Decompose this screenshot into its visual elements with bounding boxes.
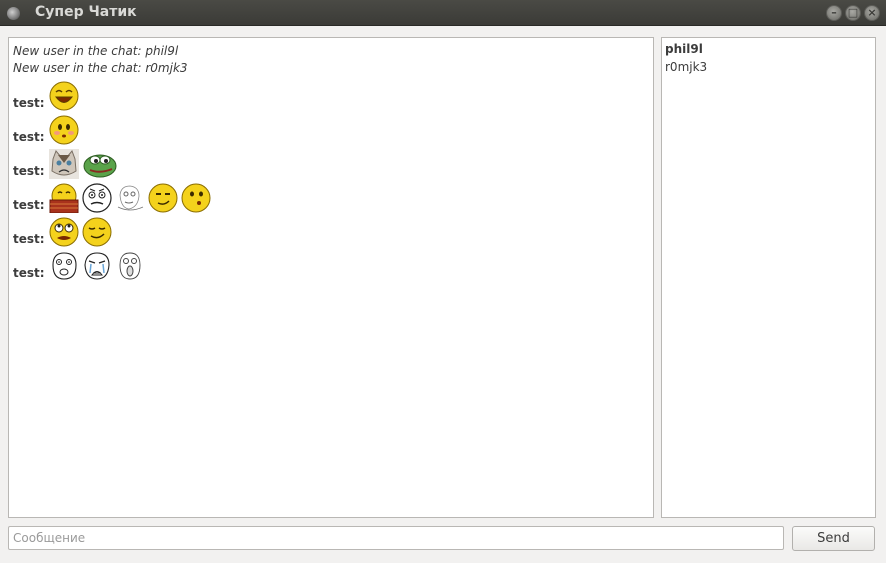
laughing-smiley-icon (49, 81, 79, 111)
me-gusta-face-icon (81, 183, 112, 213)
pepe-frog-icon (83, 154, 117, 178)
chat-message: test: (13, 77, 649, 111)
system-message: New user in the chat: r0mjk3 (13, 61, 188, 75)
chat-message: test: (13, 111, 649, 145)
chat-history[interactable]: New user in the chat: phil9l New user in… (8, 37, 654, 518)
minimize-button[interactable]: – (826, 5, 842, 21)
whistling-smiley-icon (181, 183, 211, 213)
window-title: Супер Чатик (35, 4, 137, 20)
eye-roll-smiley-icon (49, 217, 79, 247)
message-author: test: (13, 198, 45, 212)
maximize-button[interactable]: □ (845, 5, 861, 21)
title-bar: Супер Чатик – □ × (0, 0, 886, 26)
chat-message: test: (13, 145, 649, 179)
crying-rage-face-icon (84, 252, 110, 280)
user-list[interactable]: phil9l r0mjk3 (661, 37, 876, 518)
message-author: test: (13, 96, 45, 110)
ohgod-face-icon (119, 252, 141, 280)
smirk-smiley-icon (148, 183, 178, 213)
system-message: New user in the chat: phil9l (13, 44, 179, 58)
app-window: Супер Чатик – □ × New user in the chat: … (0, 0, 886, 563)
grumpy-cat-icon (48, 149, 79, 179)
blushing-smiley-icon (49, 115, 79, 145)
chat-message: test: (13, 179, 649, 213)
user-list-item[interactable]: r0mjk3 (665, 58, 872, 76)
close-button[interactable]: × (864, 5, 880, 21)
user-list-item[interactable]: phil9l (665, 40, 872, 58)
send-button[interactable]: Send (792, 526, 875, 551)
message-input[interactable] (8, 526, 784, 550)
smug-smiley-icon (82, 217, 112, 247)
message-author: test: (13, 266, 45, 280)
sketch-face-icon (117, 185, 143, 211)
scarf-smiley-icon (49, 183, 79, 213)
app-icon (7, 7, 20, 20)
message-author: test: (13, 164, 45, 178)
message-author: test: (13, 130, 45, 144)
chat-message: test: (13, 213, 649, 247)
message-author: test: (13, 232, 45, 246)
chat-message: test: (13, 247, 649, 281)
rage-face-icon (52, 252, 77, 280)
